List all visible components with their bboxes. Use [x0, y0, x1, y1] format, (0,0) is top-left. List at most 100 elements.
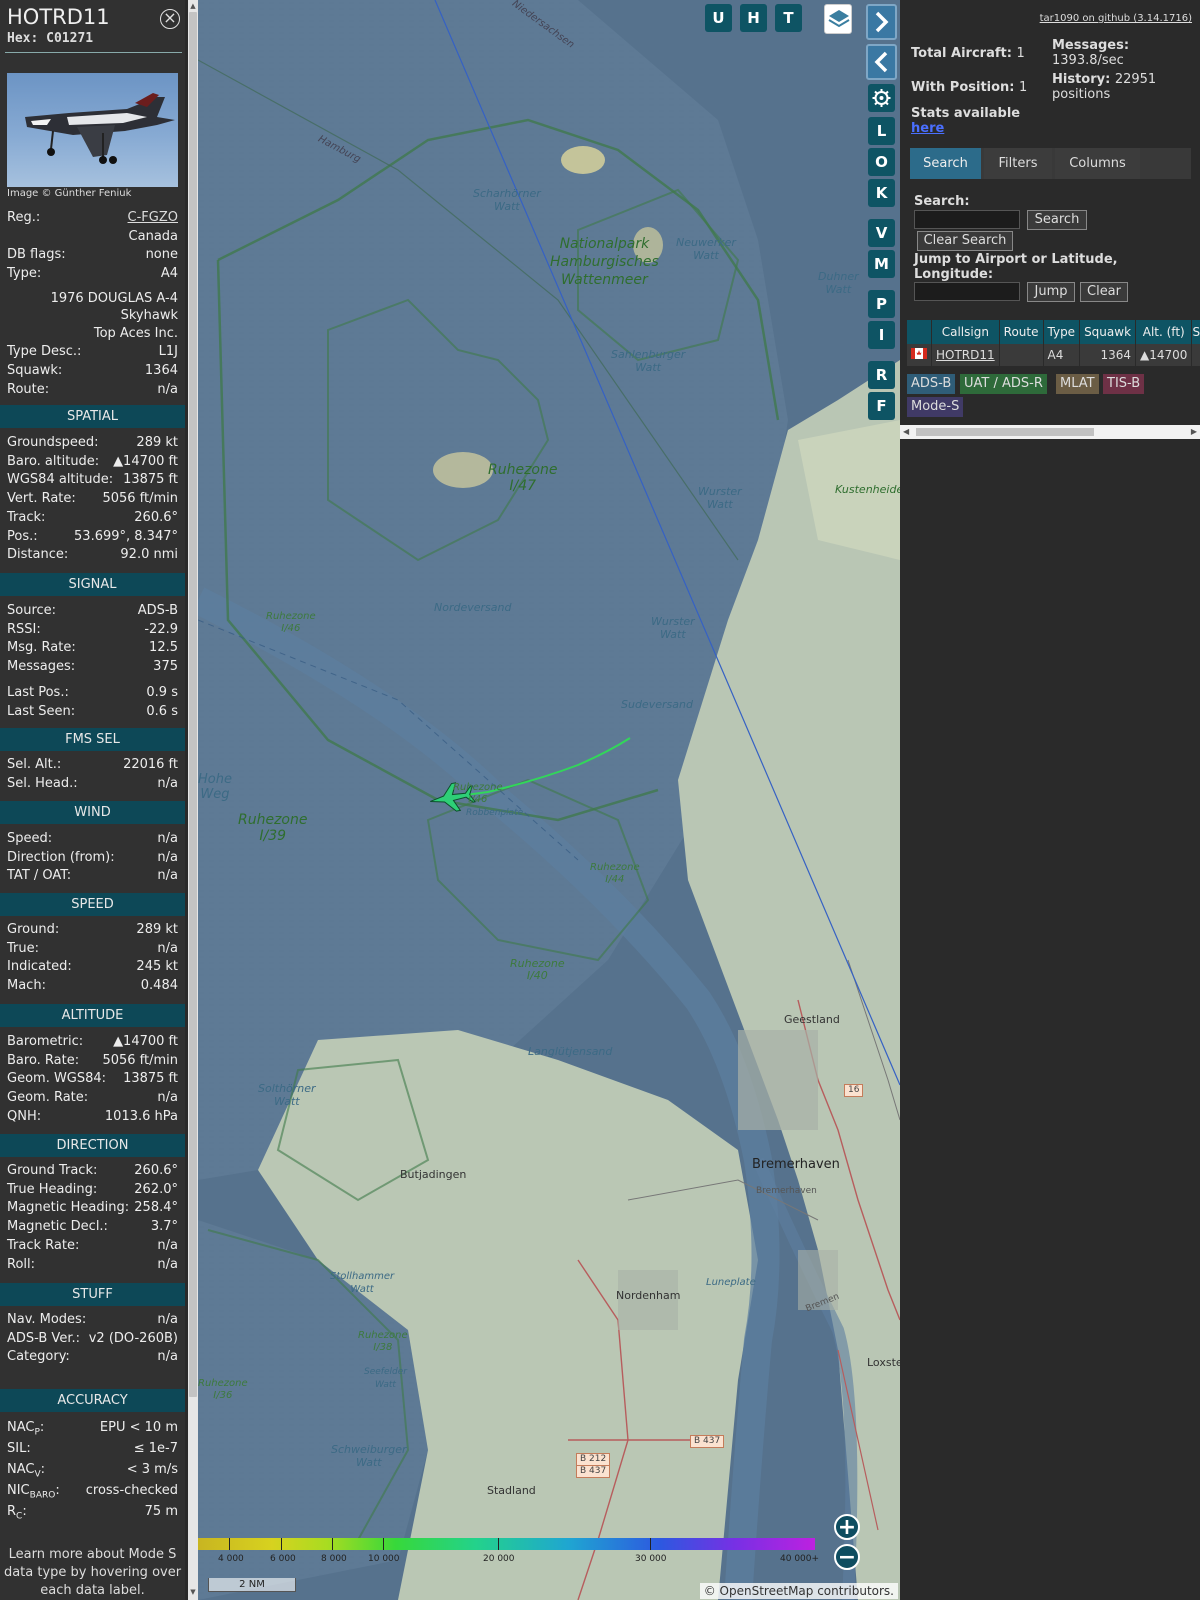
settings-button[interactable]	[868, 84, 895, 112]
field-label[interactable]: Direction (from):	[7, 849, 115, 867]
field-label[interactable]: TAT / OAT:	[7, 867, 71, 885]
field-label[interactable]: NACV:	[7, 1461, 45, 1484]
clear-jump-button[interactable]: Clear	[1080, 282, 1128, 302]
toggle-f-button[interactable]: F	[868, 392, 895, 420]
toggle-v-button[interactable]: V	[868, 219, 895, 247]
col-header-type[interactable]: Type	[1043, 320, 1081, 344]
zoom-in-button[interactable]: +	[834, 1514, 860, 1540]
toggle-r-button[interactable]: R	[868, 361, 895, 389]
scroll-down-arrow-icon[interactable]: ▼	[188, 1588, 198, 1596]
scroll-right-arrow-icon[interactable]: ▶	[1191, 425, 1197, 439]
toggle-i-button[interactable]: I	[868, 321, 895, 349]
close-icon[interactable]: ×	[160, 9, 180, 29]
field-label[interactable]: Groundspeed:	[7, 434, 98, 452]
legend-adsb[interactable]: ADS-B	[907, 374, 956, 394]
field-label[interactable]: RSSI:	[7, 621, 41, 639]
field-label[interactable]: Track Rate:	[7, 1237, 79, 1255]
legend-mode-s[interactable]: Mode-S	[907, 397, 964, 417]
field-label[interactable]: Msg. Rate:	[7, 639, 76, 657]
field-label[interactable]: Ground:	[7, 921, 59, 939]
col-header-speed[interactable]: Sp	[1191, 320, 1200, 344]
col-header-callsign[interactable]: Callsign	[931, 320, 1000, 344]
field-label[interactable]: Magnetic Decl.:	[7, 1218, 108, 1236]
field-label[interactable]: Speed:	[7, 830, 52, 848]
table-horizontal-scrollbar[interactable]: ◀ ▶	[900, 425, 1200, 439]
field-label[interactable]: SIL:	[7, 1440, 31, 1458]
field-label[interactable]: Geom. Rate:	[7, 1089, 88, 1107]
toggle-o-button[interactable]: O	[868, 148, 895, 176]
jump-input[interactable]	[914, 282, 1020, 301]
clear-search-button[interactable]: Clear Search	[917, 231, 1013, 251]
scroll-left-arrow-icon[interactable]: ◀	[903, 425, 909, 439]
col-header-squawk[interactable]: Squawk	[1079, 320, 1137, 344]
field-label[interactable]: Last Pos.:	[7, 684, 69, 702]
col-header-route[interactable]: Route	[999, 320, 1044, 344]
field-label[interactable]: Baro. Rate:	[7, 1052, 79, 1070]
row-callsign[interactable]: HOTRD11	[931, 344, 1000, 366]
field-label[interactable]: Sel. Head.:	[7, 775, 78, 793]
aircraft-photo[interactable]	[7, 73, 178, 187]
toggle-t-button[interactable]: T	[775, 4, 802, 32]
scroll-up-arrow-icon[interactable]: ▲	[188, 2, 198, 10]
expand-sidebar-button[interactable]	[866, 44, 897, 80]
map-view[interactable]: Scharhörner Watt Nationalpark Hamburgische…	[198, 0, 900, 1600]
layers-button[interactable]	[824, 4, 852, 34]
field-label[interactable]: QNH:	[7, 1108, 41, 1126]
field-label[interactable]: Sel. Alt.:	[7, 756, 61, 774]
field-label[interactable]: NACP:	[7, 1419, 44, 1442]
field-label[interactable]: Track:	[7, 509, 45, 527]
field-label[interactable]: True Heading:	[7, 1181, 97, 1199]
legend-mlat[interactable]: MLAT	[1056, 374, 1099, 394]
toggle-h-button[interactable]: H	[740, 4, 767, 32]
table-row[interactable]: HOTRD11 A4 1364 ▲14700	[907, 344, 1200, 366]
field-label[interactable]: Pos.:	[7, 528, 38, 546]
field-label[interactable]: Ground Track:	[7, 1162, 97, 1180]
altitude-scale-label: 20 000	[483, 1554, 515, 1564]
section-direction: DIRECTION	[0, 1134, 185, 1157]
field-label[interactable]: True:	[7, 940, 39, 958]
field-label[interactable]: Vert. Rate:	[7, 490, 76, 508]
jump-button[interactable]: Jump	[1027, 282, 1075, 302]
tab-filters[interactable]: Filters	[984, 148, 1052, 179]
field-label[interactable]: Baro. altitude:	[7, 453, 99, 471]
field-label[interactable]: Messages:	[7, 658, 75, 676]
hscroll-thumb[interactable]	[916, 428, 1094, 436]
field-label[interactable]: Distance:	[7, 546, 68, 564]
legend-tisb[interactable]: TIS-B	[1103, 374, 1145, 394]
field-label[interactable]: Mach:	[7, 977, 46, 995]
toggle-k-button[interactable]: K	[868, 179, 895, 207]
tab-columns[interactable]: Columns	[1055, 148, 1140, 179]
legend-uat-adsr[interactable]: UAT / ADS-R	[960, 374, 1047, 394]
col-header-altitude[interactable]: Alt. (ft)	[1135, 320, 1193, 344]
col-header-flag[interactable]	[907, 320, 932, 344]
toggle-u-button[interactable]: U	[705, 4, 732, 32]
tab-search[interactable]: Search	[910, 148, 981, 179]
label-nordeversand: Nordeversand	[434, 601, 512, 614]
field-label[interactable]: Category:	[7, 1348, 70, 1366]
search-button[interactable]: Search	[1027, 210, 1087, 230]
toggle-l-button[interactable]: L	[868, 117, 895, 145]
field-label[interactable]: Nav. Modes:	[7, 1311, 86, 1329]
registration-link[interactable]: C-FGZO	[128, 209, 178, 227]
github-link[interactable]: tar1090 on github (3.14.1716)	[1040, 13, 1192, 24]
field-label[interactable]: Magnetic Heading:	[7, 1199, 129, 1217]
field-label[interactable]: ADS-B Ver.:	[7, 1330, 80, 1348]
field-label[interactable]: Barometric:	[7, 1033, 83, 1051]
map-attribution[interactable]: © OpenStreetMap contributors.	[699, 1583, 898, 1599]
toggle-p-button[interactable]: P	[868, 290, 895, 318]
field-label[interactable]: Roll:	[7, 1256, 35, 1274]
search-input[interactable]	[914, 210, 1020, 229]
field-label[interactable]: Last Seen:	[7, 703, 75, 721]
scrollbar-thumb[interactable]	[189, 12, 197, 1397]
collapse-sidebar-button[interactable]	[866, 4, 897, 40]
field-label[interactable]: WGS84 altitude:	[7, 471, 113, 489]
field-label[interactable]: Indicated:	[7, 958, 72, 976]
toggle-m-button[interactable]: M	[868, 250, 895, 278]
stats-here-link[interactable]: here	[911, 121, 944, 136]
field-label[interactable]: Source:	[7, 602, 56, 620]
field-label[interactable]: RC:	[7, 1503, 27, 1526]
zoom-out-button[interactable]: −	[834, 1544, 860, 1570]
info-panel-scrollbar[interactable]: ▲ ▼	[188, 0, 198, 1600]
field-label[interactable]: NICBARO:	[7, 1482, 60, 1505]
field-label[interactable]: Geom. WGS84:	[7, 1070, 106, 1088]
